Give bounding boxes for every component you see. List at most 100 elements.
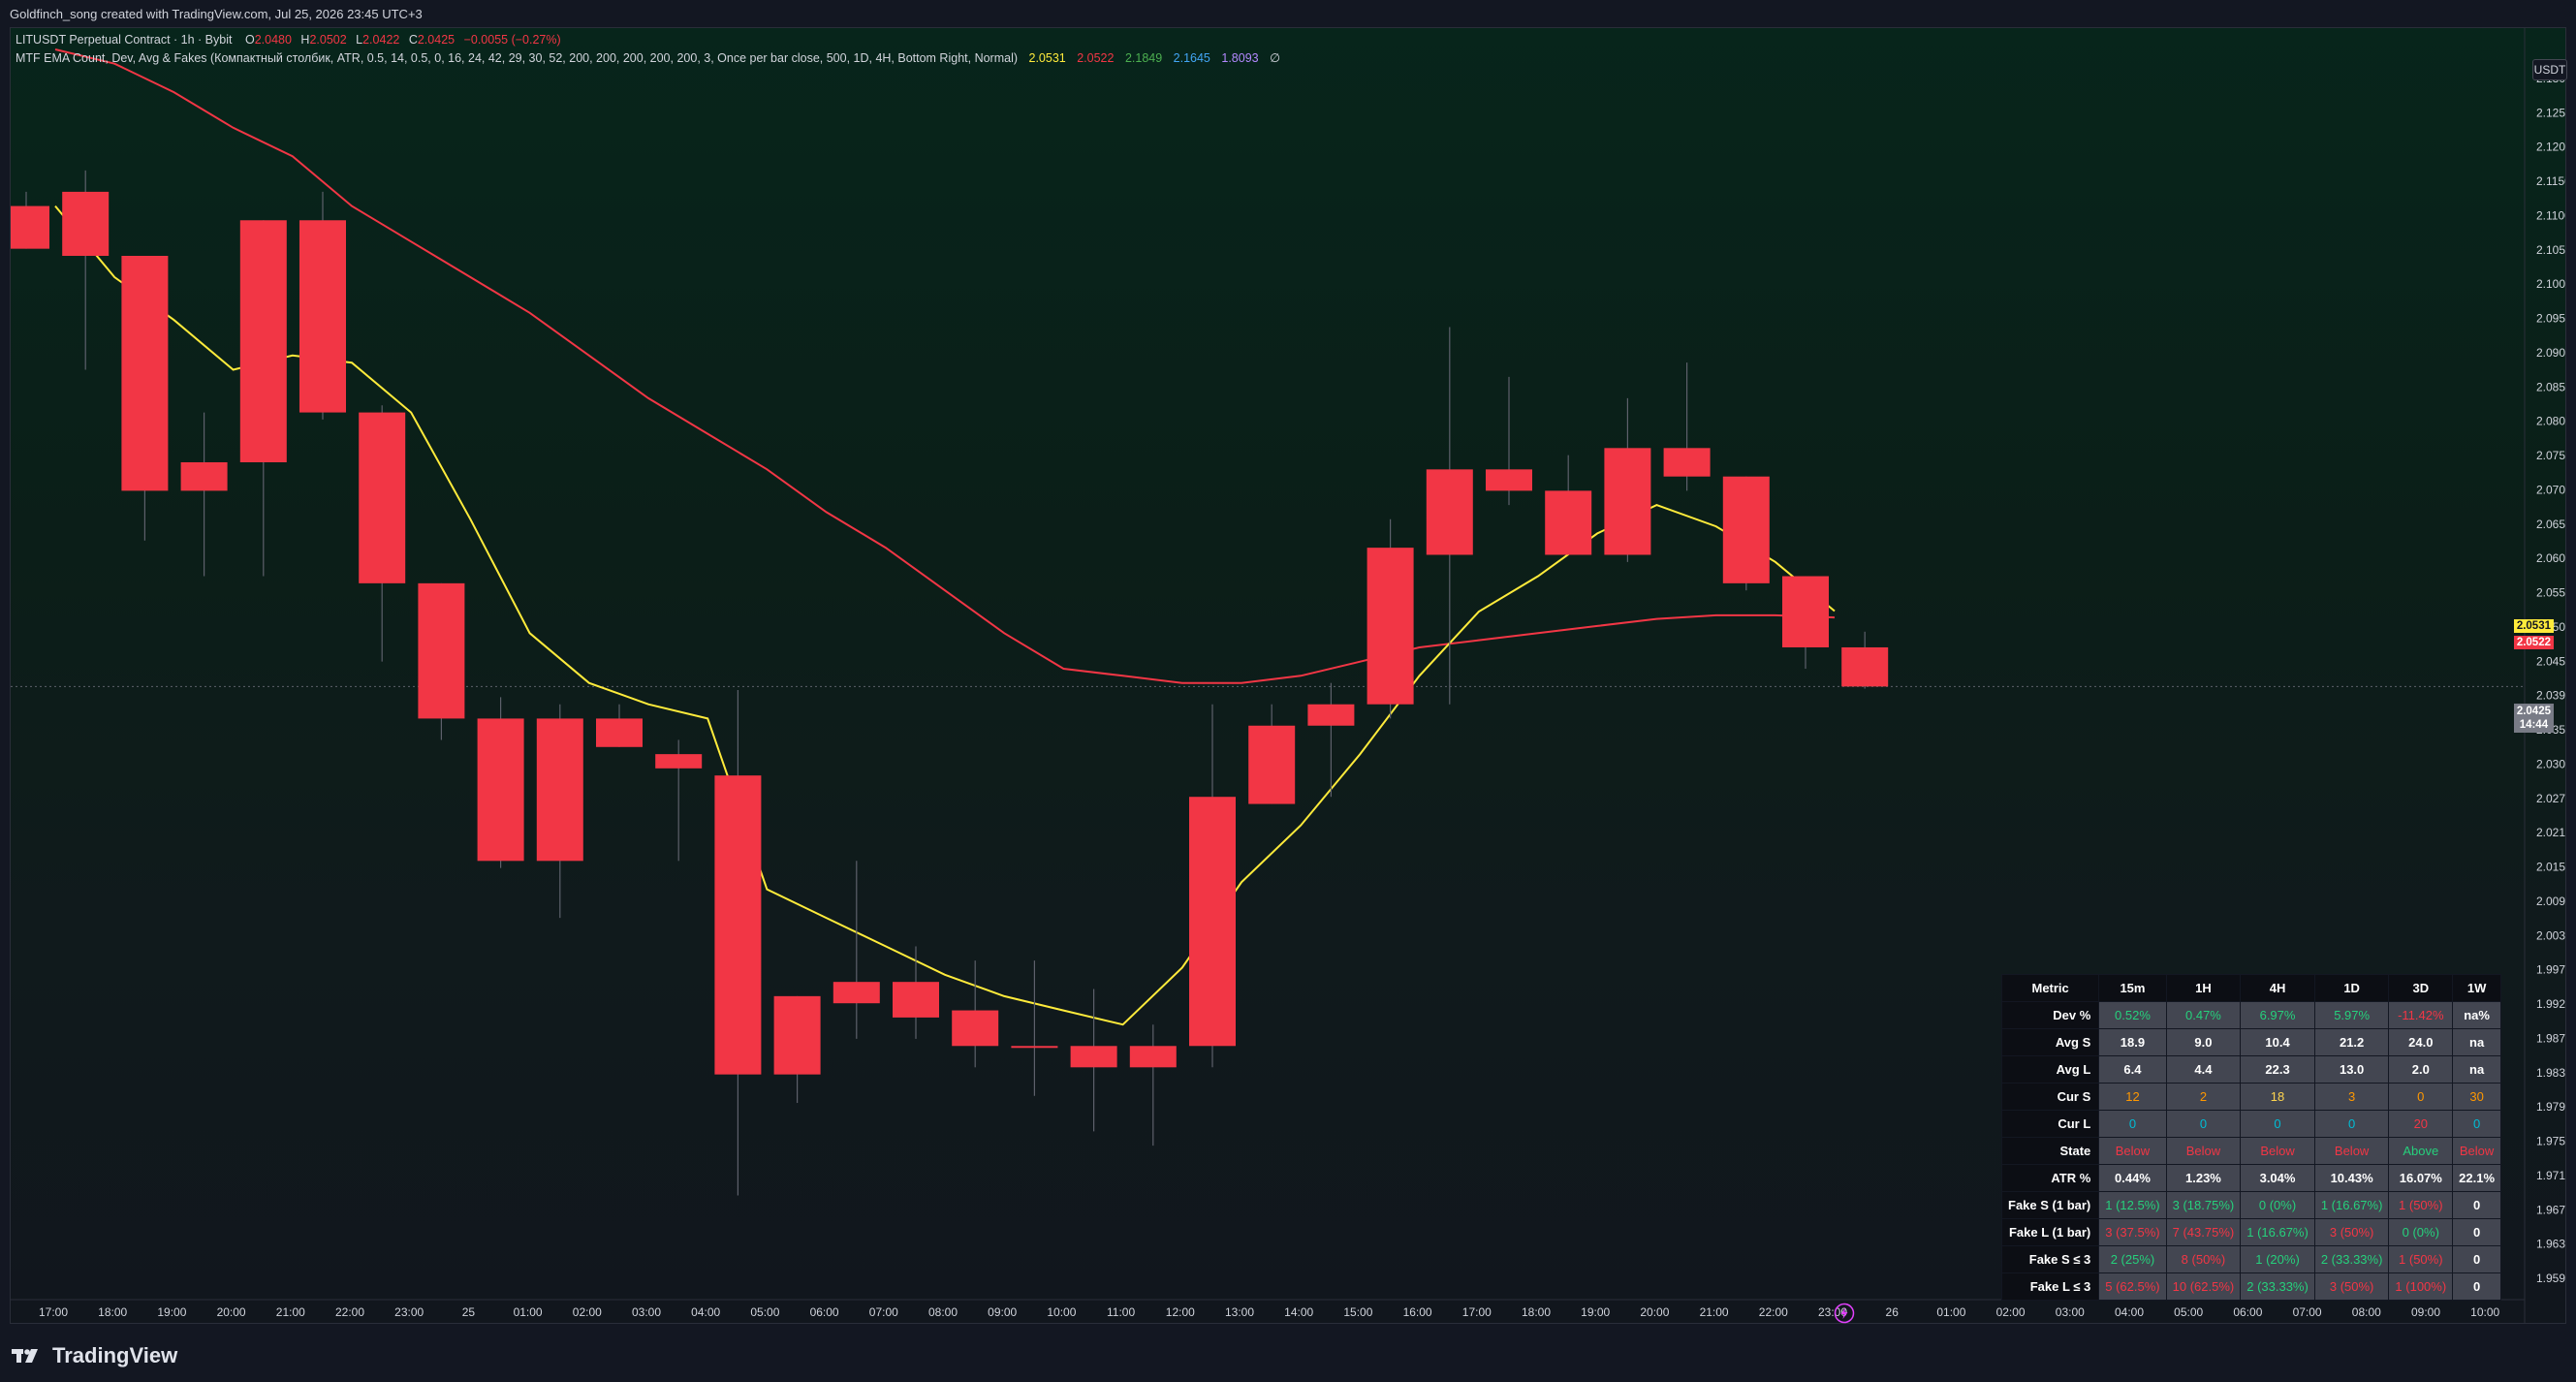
metric-cell-1w: Below xyxy=(2452,1137,2502,1165)
metric-cell-1h: 9.0 xyxy=(2165,1028,2242,1056)
metric-label: Fake L (1 bar) xyxy=(2000,1218,2100,1246)
metric-cell-4h: 1 (20%) xyxy=(2240,1245,2315,1273)
time-axis-label: 16:00 xyxy=(1403,1305,1432,1319)
metric-cell-15m: 2 (25%) xyxy=(2098,1245,2167,1273)
candle-body xyxy=(1782,576,1829,647)
candle-body xyxy=(773,995,821,1075)
metric-cell-15m: 12 xyxy=(2098,1083,2167,1111)
candle-body xyxy=(714,775,762,1075)
metric-cell-3d: Above xyxy=(2388,1137,2454,1165)
symbol-title[interactable]: LITUSDT Perpetual Contract · 1h · Bybit xyxy=(16,33,232,47)
metric-label: Dev % xyxy=(2000,1001,2100,1029)
candle-body xyxy=(477,718,524,862)
price-axis-label: 2.0450 xyxy=(2536,654,2565,668)
price-axis-label: 2.0030 xyxy=(2536,928,2565,942)
indicator-title[interactable]: MTF EMA Count, Dev, Avg & Fakes (Компакт… xyxy=(16,51,1018,65)
metric-cell-3d: 16.07% xyxy=(2388,1164,2454,1192)
indicator-legend[interactable]: MTF EMA Count, Dev, Avg & Fakes (Компакт… xyxy=(16,50,1280,65)
time-axis-label: 02:00 xyxy=(1996,1305,2026,1319)
price-axis-label: 1.9590 xyxy=(2536,1272,2565,1285)
candle-body xyxy=(536,718,583,862)
change-value: −0.0055 (−0.27%) xyxy=(463,33,561,47)
metric-cell-1h: Below xyxy=(2165,1137,2242,1165)
tradingview-brand[interactable]: TradingView xyxy=(12,1343,177,1368)
price-axis-label: 2.0900 xyxy=(2536,346,2565,360)
candle-body xyxy=(952,1010,999,1047)
price-axis-label: 2.0750 xyxy=(2536,449,2565,462)
candle-body xyxy=(359,412,406,583)
metric-cell-1d: 3 (50%) xyxy=(2313,1218,2390,1246)
table-row: State Below Below Below Below Above Below xyxy=(2000,1137,2502,1165)
metric-label: Cur S xyxy=(2000,1083,2100,1111)
time-axis-label: 22:00 xyxy=(1759,1305,1788,1319)
currency-selector[interactable]: USDT xyxy=(2532,59,2567,80)
indicator-value-5: 1.8093 xyxy=(1221,51,1259,65)
time-axis-label: 03:00 xyxy=(2056,1305,2085,1319)
last-price-value: 2.0425 xyxy=(2516,706,2551,717)
time-axis-label: 17:00 xyxy=(39,1305,68,1319)
price-axis-label: 2.0150 xyxy=(2536,861,2565,874)
metric-cell-1w: na xyxy=(2452,1028,2502,1056)
table-row: Fake L ≤ 35 (62.5%) 10 (62.5%) 2 (33.33%) 3… xyxy=(2000,1272,2502,1301)
created-with-text: Goldfinch_song created with TradingView.… xyxy=(10,7,423,21)
time-axis-label: 01:00 xyxy=(514,1305,543,1319)
metric-cell-1d: 10.43% xyxy=(2313,1164,2390,1192)
candle-body xyxy=(1307,704,1355,726)
price-axis-label: 2.1000 xyxy=(2536,277,2565,291)
metric-cell-4h: 0 xyxy=(2240,1110,2315,1138)
price-axis-label: 2.0300 xyxy=(2536,757,2565,770)
metric-cell-1h: 3 (18.75%) xyxy=(2165,1191,2242,1219)
price-axis-label: 2.0950 xyxy=(2536,312,2565,326)
table-row: Cur L 0 0 0 0 20 0 xyxy=(2000,1110,2502,1138)
table-row: Avg L 6.4 4.4 22.3 13.0 2.0 na xyxy=(2000,1055,2502,1084)
price-axis-label: 1.9630 xyxy=(2536,1238,2565,1251)
metric-cell-1w: 22.1% xyxy=(2452,1164,2502,1192)
candle-body xyxy=(121,256,169,491)
metric-cell-1w: 0 xyxy=(2452,1110,2502,1138)
time-axis-label: 10:00 xyxy=(1047,1305,1076,1319)
tradingview-logo-icon xyxy=(12,1349,38,1363)
metric-cell-4h: 6.97% xyxy=(2240,1001,2315,1029)
metric-cell-1h: 8 (50%) xyxy=(2165,1245,2242,1273)
metric-cell-1w: 0 xyxy=(2452,1272,2502,1301)
metric-label: Fake S (1 bar) xyxy=(2000,1191,2100,1219)
metric-cell-4h: 10.4 xyxy=(2240,1028,2315,1056)
candle-body xyxy=(893,982,939,1018)
candle-body xyxy=(418,582,465,719)
table-body: Dev % 0.52% 0.47% 6.97% 5.97% -11.42% na% Avg S… xyxy=(2000,1001,2502,1301)
price-axis-label: 2.1050 xyxy=(2536,243,2565,257)
metric-cell-4h: 18 xyxy=(2240,1083,2315,1111)
lightning-icon[interactable] xyxy=(1834,1303,1855,1324)
candle-body xyxy=(1367,548,1414,705)
metric-cell-1d: 3 xyxy=(2313,1083,2390,1111)
metric-cell-4h: 1 (16.67%) xyxy=(2240,1218,2315,1246)
candle-body xyxy=(1129,1046,1177,1068)
time-axis-label: 17:00 xyxy=(1462,1305,1492,1319)
candle-body xyxy=(1722,476,1770,583)
candle-body xyxy=(832,982,880,1004)
metric-cell-1w: na xyxy=(2452,1055,2502,1084)
table-row: Fake L (1 bar) 3 (37.5%) 7 (43.75%) 1 (16.6… xyxy=(2000,1218,2502,1246)
ema-slow-price-tag: 2.0522 xyxy=(2513,636,2554,649)
metric-label: Avg S xyxy=(2000,1028,2100,1056)
metric-cell-1d: Below xyxy=(2313,1137,2390,1165)
indicator-value-3: 2.1849 xyxy=(1124,51,1163,65)
price-axis-label: 2.0550 xyxy=(2536,586,2565,600)
time-axis-label: 20:00 xyxy=(1640,1305,1669,1319)
header-1d: 1D xyxy=(2313,974,2390,1002)
header-metric: Metric xyxy=(2000,974,2100,1002)
price-axis-label: 1.9870 xyxy=(2536,1031,2565,1045)
indicator-value-2: 2.0522 xyxy=(1077,51,1115,65)
indicator-value-1: 2.0531 xyxy=(1028,51,1066,65)
header-3d: 3D xyxy=(2388,974,2454,1002)
price-axis-label: 1.9670 xyxy=(2536,1203,2565,1216)
metric-cell-1d: 2 (33.33%) xyxy=(2313,1245,2390,1273)
metric-cell-1d: 13.0 xyxy=(2313,1055,2390,1084)
metric-cell-1w: 0 xyxy=(2452,1218,2502,1246)
symbol-legend[interactable]: LITUSDT Perpetual Contract · 1h · Bybit … xyxy=(16,33,561,47)
time-axis-label: 13:00 xyxy=(1225,1305,1254,1319)
metric-cell-1w: na% xyxy=(2452,1001,2502,1029)
metric-cell-4h: Below xyxy=(2240,1137,2315,1165)
metric-cell-1d: 3 (50%) xyxy=(2313,1272,2390,1301)
price-axis-label: 2.0850 xyxy=(2536,380,2565,393)
